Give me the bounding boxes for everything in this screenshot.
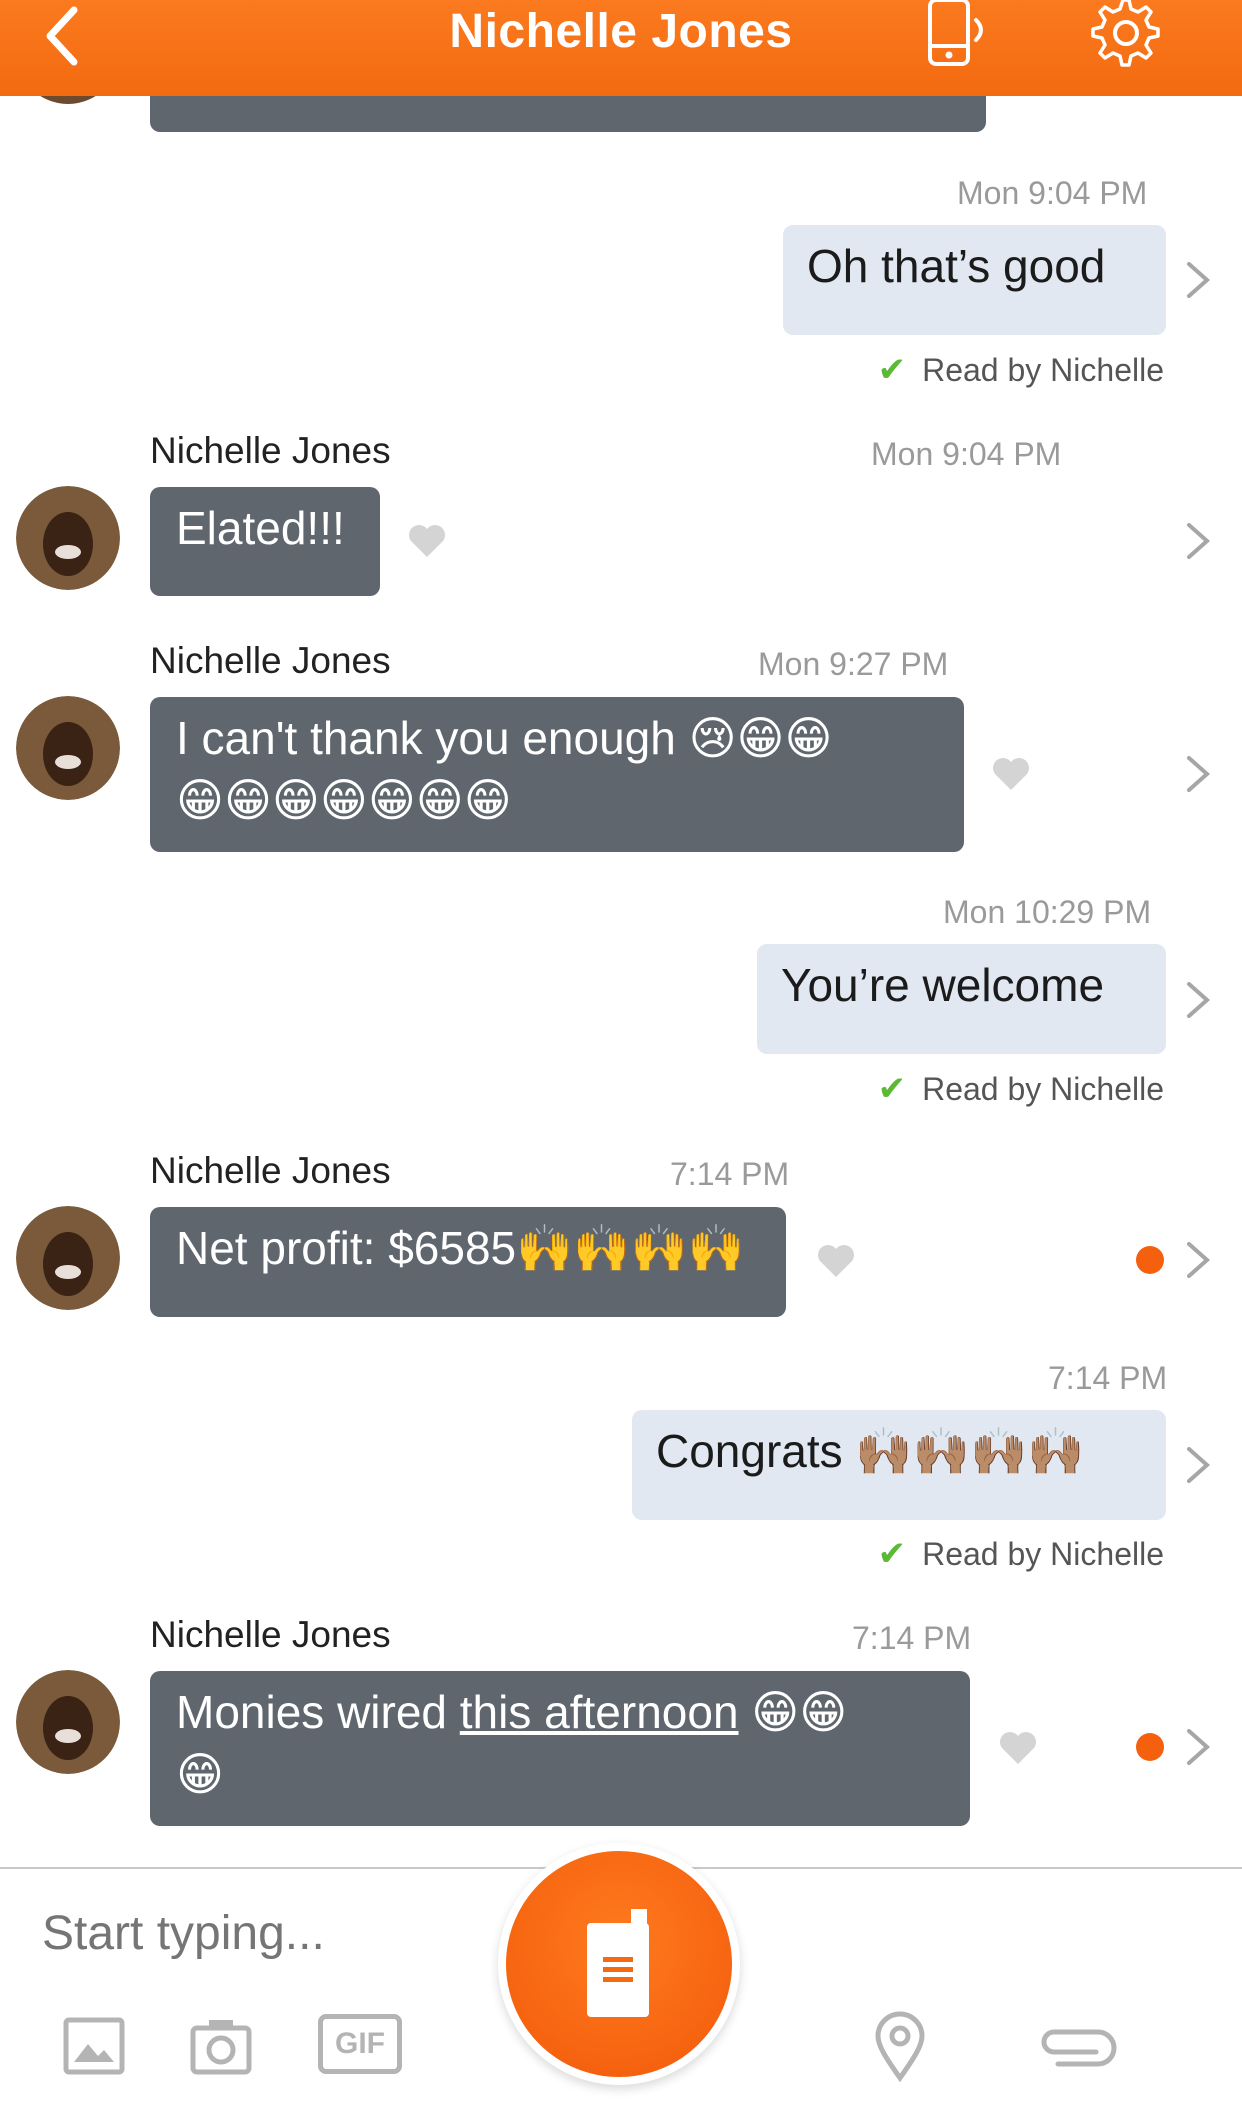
chevron-right-icon[interactable] (1183, 978, 1213, 1022)
avatar[interactable] (16, 1206, 120, 1310)
chevron-right-icon[interactable] (1183, 1443, 1213, 1487)
heart-icon[interactable] (991, 756, 1031, 792)
chevron-right-icon[interactable] (1183, 258, 1213, 302)
read-receipt: ✔ Read by Nichelle (877, 1070, 1164, 1108)
message-text: Oh that’s good (807, 240, 1106, 292)
paperclip-icon[interactable] (1034, 2018, 1118, 2074)
message-text-line: 😁😁😁😁😁😁😁 (176, 774, 512, 826)
sender-name: Nichelle Jones (150, 1150, 391, 1191)
message-bubble[interactable]: Congrats 🙌🏽🙌🏽🙌🏽🙌🏽 (632, 1410, 1166, 1520)
message-text: Net profit: $6585🙌🙌🙌🙌 (176, 1222, 746, 1274)
unread-dot (1136, 1733, 1164, 1761)
message-bubble[interactable]: Net profit: $6585🙌🙌🙌🙌 (150, 1207, 786, 1317)
message-text-line: Monies wired this afternoon 😁😁 (176, 1686, 848, 1738)
avatar[interactable] (16, 696, 120, 800)
push-to-talk-button[interactable] (498, 1843, 740, 2085)
walkie-talkie-icon[interactable] (926, 0, 1002, 70)
check-icon: ✔ (877, 351, 907, 389)
message-timestamp: Mon 9:04 PM (871, 436, 1062, 472)
message-text: You’re welcome (781, 959, 1105, 1011)
avatar[interactable] (16, 486, 120, 590)
sender-name: Nichelle Jones (150, 640, 391, 681)
avatar[interactable] (16, 1670, 120, 1774)
message-text-line: I can't thank you enough 😢😁😁 (176, 712, 833, 764)
check-icon: ✔ (877, 1535, 907, 1573)
camera-icon[interactable] (189, 2014, 253, 2078)
image-icon[interactable] (62, 2014, 126, 2078)
message-bubble[interactable]: I can't thank you enough 😢😁😁 😁😁😁😁😁😁😁 (150, 697, 964, 852)
sender-name: Nichelle Jones (150, 1614, 391, 1655)
message-text: Elated!!! (176, 502, 345, 554)
heart-icon[interactable] (816, 1243, 856, 1279)
read-receipt: ✔ Read by Nichelle (877, 1535, 1164, 1573)
message-bubble[interactable]: Monies wired this afternoon 😁😁 😁 (150, 1671, 970, 1826)
message-bubble[interactable]: Oh that’s good (783, 225, 1166, 335)
message-timestamp: 7:14 PM (1048, 1360, 1168, 1396)
walkie-talkie-icon (587, 1909, 649, 2017)
check-icon: ✔ (877, 1070, 907, 1108)
unread-dot (1136, 1246, 1164, 1274)
message-text: Congrats 🙌🏽🙌🏽🙌🏽🙌🏽 (656, 1425, 1085, 1477)
chevron-right-icon[interactable] (1183, 752, 1213, 796)
chevron-right-icon[interactable] (1183, 1725, 1213, 1769)
location-pin-icon[interactable] (868, 2010, 932, 2082)
gif-icon[interactable]: GIF (318, 2014, 402, 2074)
chevron-right-icon[interactable] (1183, 519, 1213, 563)
header-bar: Nichelle Jones (0, 0, 1242, 96)
message-bubble[interactable]: You’re welcome (757, 944, 1166, 1054)
chevron-right-icon[interactable] (1183, 1238, 1213, 1282)
message-timestamp: Mon 9:27 PM (758, 646, 949, 682)
message-timestamp: Mon 9:04 PM (957, 175, 1148, 211)
heart-icon[interactable] (407, 523, 447, 559)
message-link[interactable]: this afternoon (460, 1686, 739, 1738)
message-text-line: 😁 (176, 1748, 224, 1800)
sender-name: Nichelle Jones (150, 430, 391, 471)
heart-icon[interactable] (998, 1730, 1038, 1766)
gear-icon[interactable] (1088, 0, 1164, 70)
message-timestamp: 7:14 PM (852, 1620, 972, 1656)
message-input[interactable] (40, 1905, 444, 1962)
page-title: Nichelle Jones (449, 5, 793, 58)
read-receipt: ✔ Read by Nichelle (877, 351, 1164, 389)
message-timestamp: Mon 10:29 PM (943, 894, 1152, 930)
message-timestamp: 7:14 PM (670, 1156, 790, 1192)
message-bubble[interactable]: Elated!!! (150, 487, 380, 596)
